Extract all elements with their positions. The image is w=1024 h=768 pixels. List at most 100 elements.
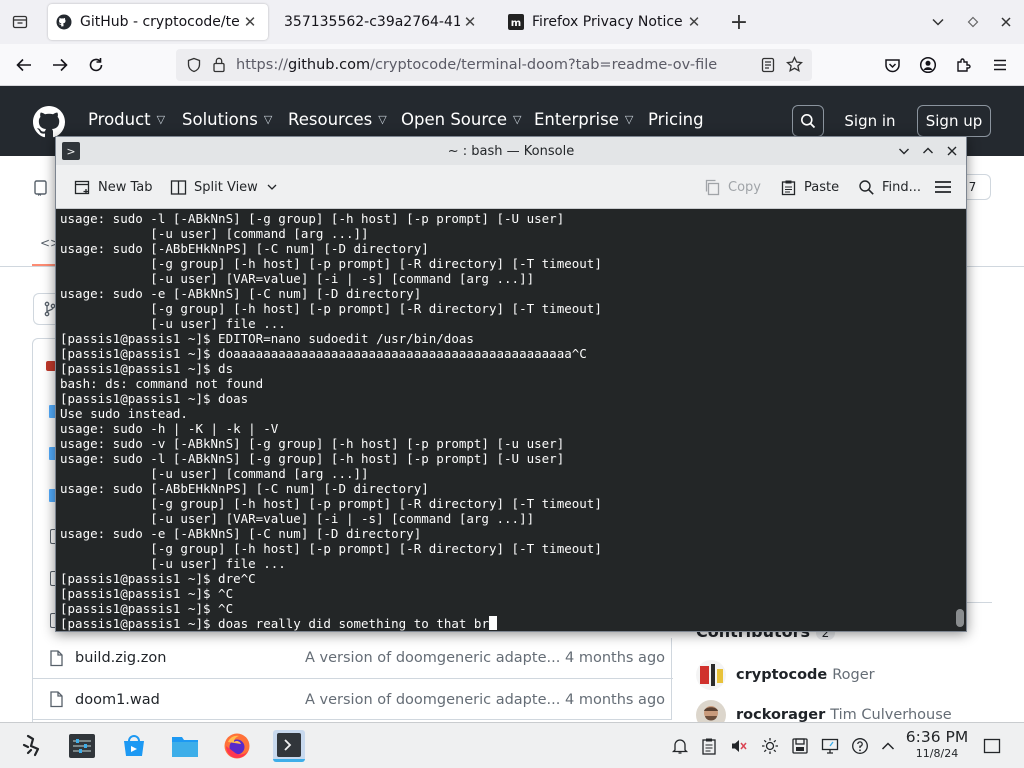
chevron-down-icon: ▽: [513, 113, 522, 126]
github-logo-icon[interactable]: [33, 106, 65, 138]
split-view-button[interactable]: Split View: [170, 177, 285, 197]
shell-prompt: [passis1@passis1 ~]$: [60, 616, 219, 631]
forward-button[interactable]: [47, 52, 73, 78]
contributor-login[interactable]: rockorager: [736, 707, 825, 723]
terminal-line: [passis1@passis1 ~]$ ^C: [60, 586, 234, 601]
find-button[interactable]: Find...: [858, 177, 921, 197]
app-menu-icon[interactable]: [987, 52, 1013, 78]
terminal-line: [-g group] [-h host] [-p prompt] [-R dir…: [60, 496, 602, 511]
window-minimize-icon[interactable]: [961, 10, 985, 34]
tab-close-icon[interactable]: ✕: [460, 13, 480, 31]
terminal-line: usage: sudo -v [-ABkNnS] [-g group] [-h …: [60, 436, 565, 451]
terminal-line: [passis1@passis1 ~]$ ^C: [60, 601, 234, 616]
system-settings-icon[interactable]: [66, 730, 98, 762]
terminal-line: [passis1@passis1 ~]$ dre^C: [60, 571, 256, 586]
brightness-icon[interactable]: [760, 736, 780, 756]
terminal-line: [-g group] [-h host] [-p prompt] [-R dir…: [60, 301, 602, 316]
taskbar: 6:36 PM 11/8/24: [0, 722, 1024, 768]
terminal-scrollbar[interactable]: [956, 211, 964, 627]
system-tray-expand-icon[interactable]: [878, 736, 898, 756]
avatar[interactable]: [696, 660, 726, 690]
discover-store-icon[interactable]: [118, 730, 150, 762]
terminal-output: usage: sudo -l [-ABkNnS] [-g group] [-h …: [60, 211, 602, 631]
sign-in-link[interactable]: Sign in: [838, 105, 902, 137]
search-button[interactable]: [792, 105, 824, 137]
nav-product[interactable]: Product ▽: [88, 110, 165, 129]
window-close-icon[interactable]: [994, 10, 1018, 34]
nav-open-source[interactable]: Open Source ▽: [401, 110, 521, 129]
browser-navigation-bar: https://github.com/cryptocode/terminal-d…: [0, 44, 1024, 86]
sign-up-button[interactable]: Sign up: [917, 105, 991, 137]
file-name[interactable]: doom1.wad: [75, 692, 160, 708]
new-tab-button[interactable]: +: [727, 10, 751, 35]
tab-close-icon[interactable]: ✕: [684, 13, 704, 31]
terminal-line: usage: sudo [-ABbEHkNnPS] [-C num] [-D d…: [60, 241, 429, 256]
nav-enterprise[interactable]: Enterprise ▽: [534, 110, 633, 129]
konsole-titlebar[interactable]: > ~ : bash — Konsole: [56, 137, 966, 165]
commit-message[interactable]: A version of doomgeneric adapte...: [305, 692, 560, 708]
application-launcher-icon[interactable]: [17, 730, 49, 762]
url-prefix: https://: [236, 57, 288, 73]
terminal-line: [-u user] [command [arg ...]]: [60, 226, 369, 241]
contributor-login[interactable]: cryptocode: [736, 667, 827, 683]
reload-button[interactable]: [83, 52, 109, 78]
table-row[interactable]: doom1.wad A version of doomgeneric adapt…: [33, 679, 673, 720]
url-field[interactable]: https://github.com/cryptocode/terminal-d…: [176, 49, 812, 81]
show-desktop-icon[interactable]: [982, 736, 1002, 756]
konsole-taskbar-icon[interactable]: [273, 730, 305, 762]
hamburger-menu-icon[interactable]: [934, 177, 959, 197]
terminal-app-icon[interactable]: >: [62, 142, 80, 160]
help-icon[interactable]: [850, 736, 870, 756]
chevron-down-icon: ▽: [624, 113, 634, 126]
terminal-view[interactable]: usage: sudo -l [-ABkNnS] [-g group] [-h …: [56, 209, 966, 631]
copy-button[interactable]: Copy: [704, 177, 761, 197]
nav-pricing[interactable]: Pricing: [648, 110, 704, 129]
nav-resources[interactable]: Resources ▽: [288, 110, 387, 129]
konsole-toolbar: New Tab Split View Copy Paste Find...: [56, 165, 966, 209]
lock-icon[interactable]: [212, 56, 226, 77]
reader-view-icon[interactable]: [760, 57, 776, 77]
terminal-line: usage: sudo [-ABbEHkNnPS] [-C num] [-D d…: [60, 481, 429, 496]
bookmark-star-icon[interactable]: [786, 55, 803, 77]
pocket-icon[interactable]: [879, 52, 905, 78]
terminal-line: usage: sudo -e [-ABkNnS] [-C num] [-D di…: [60, 526, 422, 541]
tab-github[interactable]: GitHub - cryptocode/terminal-doom ✕: [48, 4, 268, 40]
display-config-icon[interactable]: [820, 736, 840, 756]
volume-muted-icon[interactable]: [729, 736, 749, 756]
chevron-down-icon: ▽: [378, 113, 387, 126]
scrollbar-thumb[interactable]: [956, 609, 964, 627]
tab-close-icon[interactable]: ✕: [240, 13, 260, 31]
file-name[interactable]: build.zig.zon: [75, 650, 166, 666]
notifications-icon[interactable]: [670, 736, 690, 756]
shell-input[interactable]: doas really did something to that br: [218, 616, 489, 631]
commit-message[interactable]: A version of doomgeneric adapte...: [305, 650, 560, 666]
url-host: github.com: [287, 57, 371, 73]
extensions-icon[interactable]: [951, 52, 977, 78]
maximize-icon[interactable]: [918, 141, 938, 161]
dolphin-file-manager-icon[interactable]: [169, 730, 201, 762]
new-tab-button[interactable]: New Tab: [74, 177, 153, 197]
clock-date: 11/8/24: [915, 747, 959, 760]
paste-button[interactable]: Paste: [780, 177, 839, 197]
terminal-line: [-u user] [command [arg ...]]: [60, 466, 369, 481]
repo-icon: [34, 180, 47, 200]
tracking-protection-icon[interactable]: [186, 57, 202, 77]
terminal-line: [passis1@passis1 ~]$ doas: [60, 391, 249, 406]
tab-label: 357135562-c39a2764-4147-46: [284, 14, 460, 30]
nav-solutions[interactable]: Solutions ▽: [182, 110, 272, 129]
close-icon[interactable]: [942, 141, 962, 161]
minimize-icon[interactable]: [894, 141, 914, 161]
firefox-view-icon[interactable]: [8, 10, 32, 34]
list-all-tabs-icon[interactable]: [926, 10, 950, 34]
disks-icon[interactable]: [790, 736, 810, 756]
digital-clock[interactable]: 6:36 PM 11/8/24: [900, 728, 974, 761]
tab-image[interactable]: 357135562-c39a2764-4147-46 ✕: [276, 4, 488, 40]
table-row[interactable]: build.zig.zon A version of doomgeneric a…: [33, 638, 673, 679]
account-icon[interactable]: [915, 52, 941, 78]
tab-firefox-privacy[interactable]: m Firefox Privacy Notice — Mozilla ✕: [500, 4, 712, 40]
back-button[interactable]: [11, 52, 37, 78]
terminal-input-line[interactable]: [passis1@passis1 ~]$ doas really did som…: [60, 616, 602, 631]
firefox-icon[interactable]: [221, 730, 253, 762]
contributor-item[interactable]: cryptocode Roger: [696, 660, 875, 690]
clipboard-icon[interactable]: [699, 736, 719, 756]
